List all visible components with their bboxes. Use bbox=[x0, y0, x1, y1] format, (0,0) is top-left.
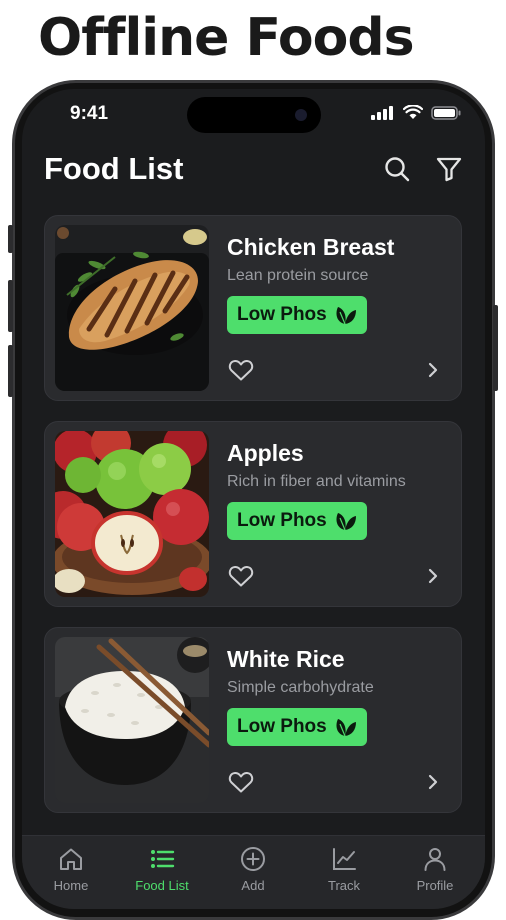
page-title: Food List bbox=[44, 151, 184, 186]
tab-label: Add bbox=[241, 878, 265, 893]
food-name: Apples bbox=[227, 440, 304, 466]
chevron-right-icon[interactable] bbox=[425, 772, 441, 792]
favorite-heart-icon[interactable] bbox=[228, 770, 254, 794]
tab-label: Food List bbox=[135, 878, 189, 893]
white-rice-photo bbox=[55, 637, 209, 803]
tab-label: Track bbox=[327, 878, 361, 893]
home-icon bbox=[60, 848, 82, 870]
tab-food-list[interactable]: Food List bbox=[122, 846, 202, 893]
search-icon[interactable] bbox=[383, 155, 411, 183]
status-icons bbox=[371, 105, 461, 120]
chart-icon bbox=[333, 848, 356, 870]
low-phos-badge: Low Phos bbox=[227, 708, 367, 746]
status-bar: 9:41 bbox=[22, 89, 485, 139]
app-header: Food List bbox=[22, 147, 485, 197]
phone-action-button bbox=[8, 225, 13, 253]
food-name: White Rice bbox=[227, 646, 345, 672]
food-card[interactable]: Apples Rich in fiber and vitamins Low Ph… bbox=[44, 421, 462, 607]
food-card[interactable]: Chicken Breast Lean protein source Low P… bbox=[44, 215, 462, 401]
tab-add[interactable]: Add bbox=[213, 846, 293, 893]
user-icon bbox=[424, 848, 446, 871]
chicken-breast-photo bbox=[55, 225, 209, 391]
tab-label: Home bbox=[53, 878, 89, 893]
badge-label: Low Phos bbox=[237, 304, 327, 325]
wifi-icon bbox=[403, 105, 423, 119]
food-description: Rich in fiber and vitamins bbox=[227, 473, 406, 490]
app-screen: 9:41 Food List Chicken Breast Lean prote… bbox=[22, 89, 485, 909]
dynamic-island bbox=[187, 97, 321, 133]
tab-profile[interactable]: Profile bbox=[395, 846, 475, 893]
signal-icon bbox=[371, 105, 393, 120]
phone-volume-up bbox=[8, 280, 13, 332]
filter-icon[interactable] bbox=[435, 155, 463, 183]
chevron-right-icon[interactable] bbox=[425, 360, 441, 380]
status-time: 9:41 bbox=[70, 103, 109, 124]
favorite-heart-icon[interactable] bbox=[228, 564, 254, 588]
list-icon bbox=[151, 850, 175, 868]
badge-label: Low Phos bbox=[237, 716, 327, 737]
tab-home[interactable]: Home bbox=[31, 846, 111, 893]
food-description: Lean protein source bbox=[227, 267, 369, 284]
leaf-icon bbox=[336, 719, 356, 737]
promo-headline: Offline Foods bbox=[38, 8, 415, 68]
food-name: Chicken Breast bbox=[227, 234, 395, 260]
apples-photo bbox=[55, 431, 209, 597]
chevron-right-icon[interactable] bbox=[425, 566, 441, 586]
badge-label: Low Phos bbox=[237, 510, 327, 531]
phone-volume-down bbox=[8, 345, 13, 397]
leaf-icon bbox=[336, 307, 356, 325]
plus-circle-icon bbox=[241, 847, 265, 871]
phone-power-button bbox=[493, 305, 498, 391]
tab-label: Profile bbox=[416, 878, 454, 893]
battery-icon bbox=[431, 105, 461, 120]
food-card[interactable]: White Rice Simple carbohydrate Low Phos bbox=[44, 627, 462, 813]
low-phos-badge: Low Phos bbox=[227, 296, 367, 334]
bottom-tab-bar: Home Food List Add Track Profile bbox=[22, 835, 485, 909]
low-phos-badge: Low Phos bbox=[227, 502, 367, 540]
tab-track[interactable]: Track bbox=[304, 846, 384, 893]
food-description: Simple carbohydrate bbox=[227, 679, 374, 696]
leaf-icon bbox=[336, 513, 356, 531]
favorite-heart-icon[interactable] bbox=[228, 358, 254, 382]
camera-icon bbox=[295, 109, 307, 121]
